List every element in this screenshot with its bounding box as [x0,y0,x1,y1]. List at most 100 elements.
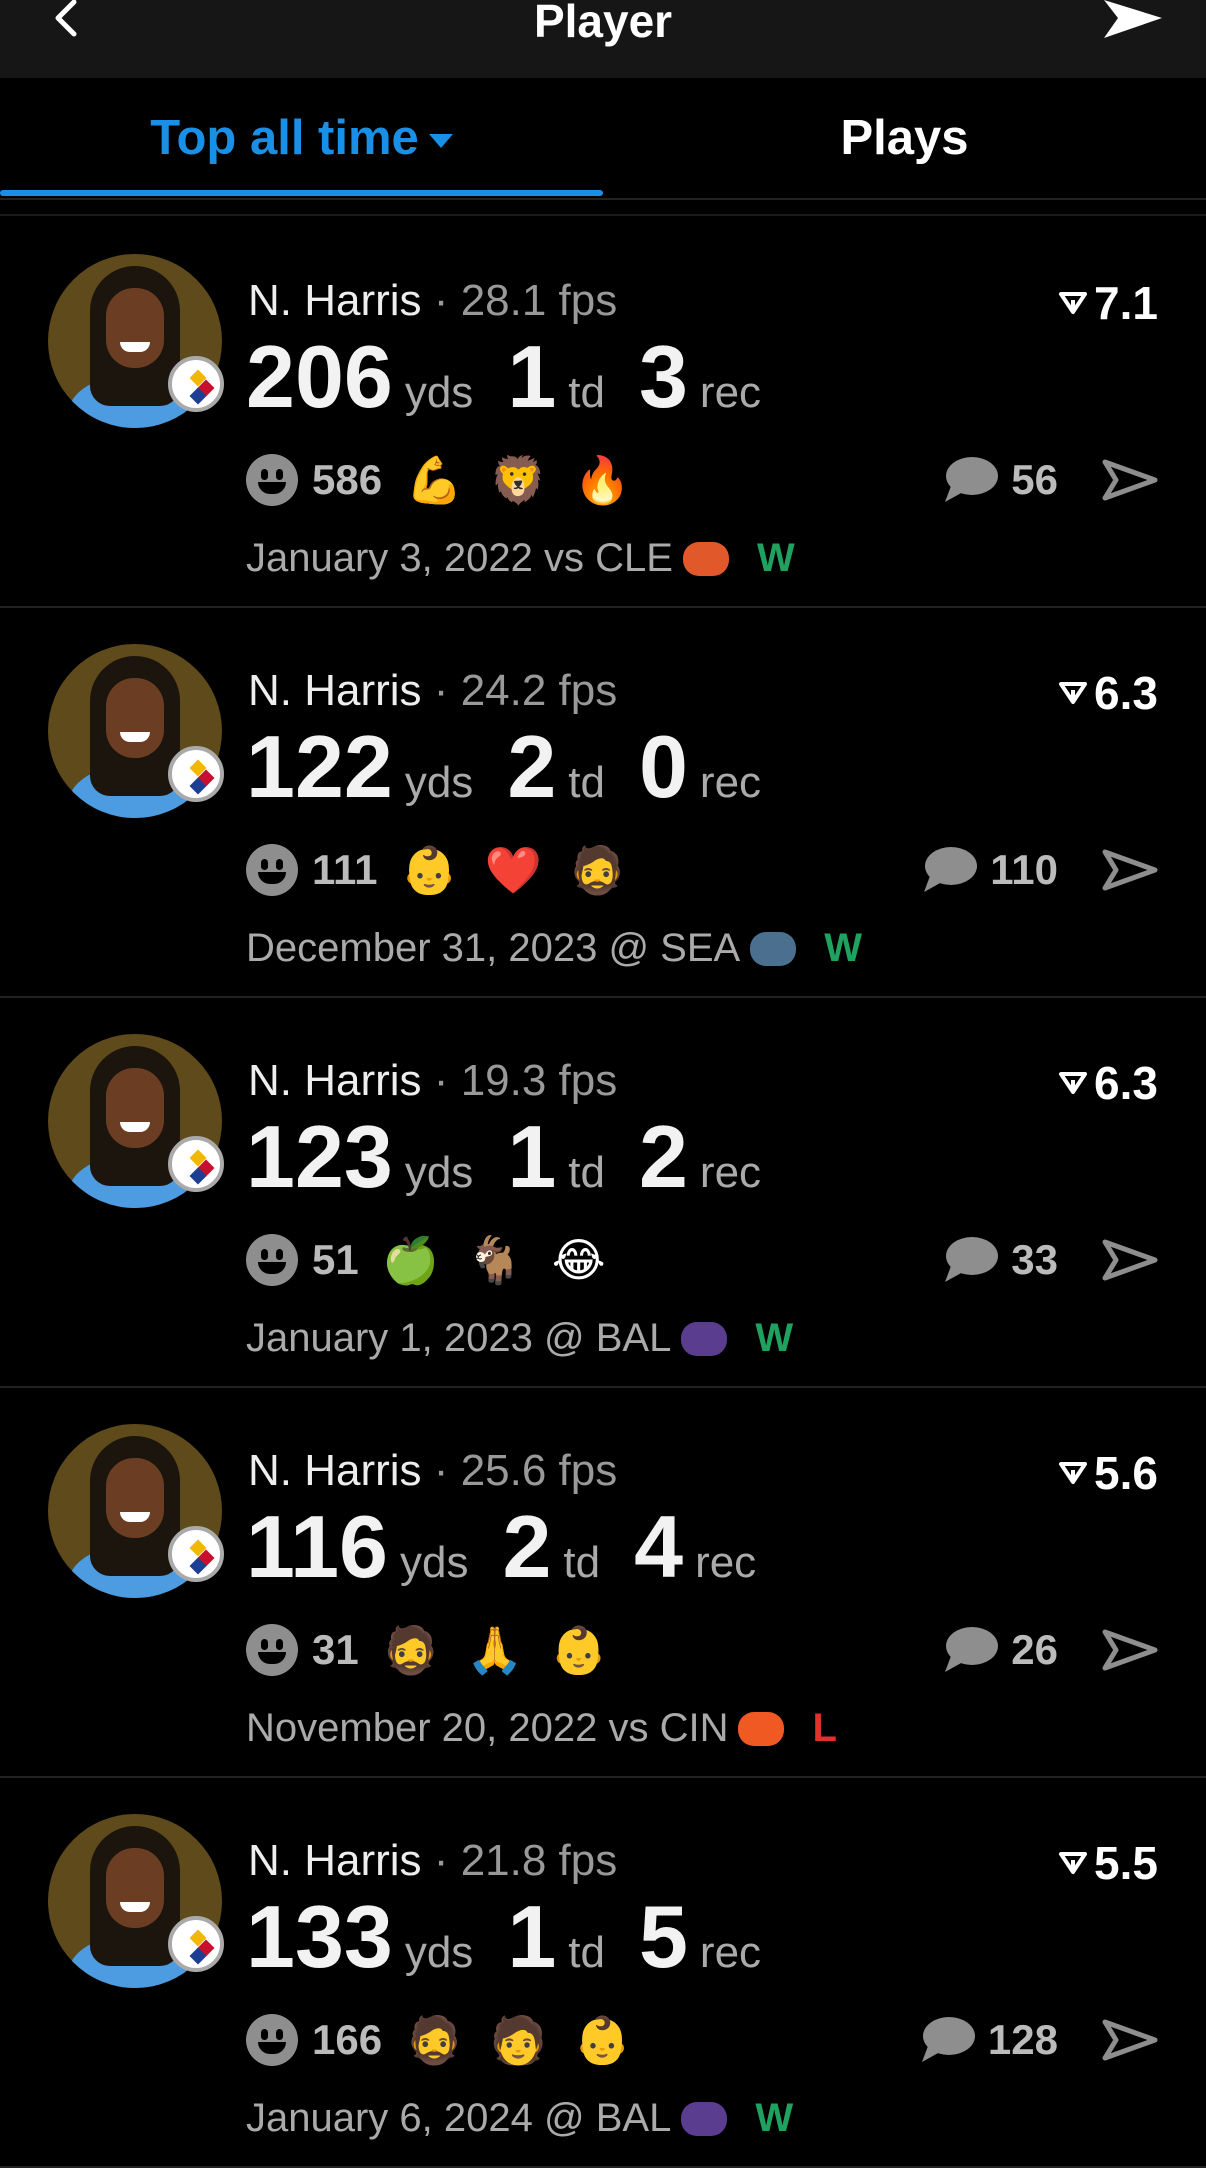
reaction-count: 31 [312,1626,359,1673]
stat-line: 206 yds 1 td 3 rec [246,326,795,426]
reaction-smiley-icon[interactable] [246,1234,298,1286]
score-value: 6.3 [1094,667,1158,719]
reaction-smiley-icon[interactable] [246,454,298,506]
player-name[interactable]: N. Harris [248,1836,422,1885]
reaction-smiley-icon[interactable] [246,1624,298,1676]
share-send-icon[interactable] [1102,1239,1158,1281]
reaction-emoji[interactable]: 🧔 [569,842,626,898]
reaction-count: 51 [312,1236,359,1283]
reaction-emoji[interactable]: 👶 [550,1622,607,1678]
touchdowns-value: 1 [507,1107,557,1206]
share-send-icon[interactable] [1102,849,1158,891]
comment-count: 33 [1011,1236,1058,1283]
game-result-badge: W [756,536,795,580]
comment-bubble-icon [945,1627,999,1672]
fantasy-points: 28.1 fps [460,276,618,325]
comments-group[interactable]: 26 [941,1620,1158,1680]
yards-unit: yds [404,368,474,417]
reaction-emoji[interactable]: 🙏 [466,1622,523,1678]
tab-plays[interactable]: Plays [603,78,1206,198]
player-name[interactable]: N. Harris [248,1056,422,1105]
game-venue: vs CLE [544,536,673,580]
play-card[interactable]: N. Harris · 24.2 fps 6.3 122 yds 2 td 0 rec… [0,608,1206,998]
comments-group[interactable]: 110 [920,840,1158,900]
reaction-emoji[interactable]: 🧔 [405,2012,462,2068]
separator-dot: · [433,1446,449,1495]
reaction-emoji[interactable]: 🧑 [489,2012,546,2068]
reaction-smiley-icon[interactable] [246,2014,298,2066]
reaction-emoji[interactable]: 💪 [405,452,462,508]
player-name-line: N. Harris · 28.1 fps [248,276,617,326]
score-value: 5.6 [1094,1447,1158,1499]
reaction-emoji[interactable]: 🦁 [489,452,546,508]
game-venue: vs CIN [608,1706,729,1750]
opponent-logo-icon [738,1711,785,1746]
comments-group[interactable]: 56 [941,450,1158,510]
play-score: 6.3 [1058,666,1158,720]
share-send-icon[interactable] [1102,1629,1158,1671]
game-result-badge: L [812,1706,837,1750]
fantasy-points: 21.8 fps [460,1836,618,1885]
active-tab-indicator [0,190,603,196]
yards-value: 122 [246,717,393,816]
caret-down-icon [428,134,453,148]
player-name[interactable]: N. Harris [248,1446,422,1495]
reaction-emoji[interactable]: 🐐 [466,1232,523,1288]
receptions-value: 2 [638,1107,688,1206]
reaction-emoji[interactable]: 👶 [573,2012,630,2068]
receptions-unit: rec [699,1928,762,1977]
player-name[interactable]: N. Harris [248,276,422,325]
player-name[interactable]: N. Harris [248,666,422,715]
yards-value: 133 [246,1887,393,1986]
play-card[interactable]: N. Harris · 25.6 fps 5.6 116 yds 2 td 4 rec… [0,1388,1206,1778]
reaction-emoji[interactable]: ❤️ [485,842,542,898]
tab-bar: Top all time Plays [0,78,1206,198]
yards-unit: yds [404,758,474,807]
reaction-emoji[interactable]: 🍏 [382,1232,439,1288]
score-icon [1059,1462,1088,1484]
play-card[interactable]: N. Harris · 19.3 fps 6.3 123 yds 1 td 2 rec… [0,998,1206,1388]
player-name-line: N. Harris · 21.8 fps [248,1836,617,1886]
game-venue: @ SEA [608,926,741,970]
game-info-line: November 20, 2022 vs CIN L [246,1706,837,1751]
separator-dot: · [433,276,449,325]
reactions-row: 586 💪 🦁 🔥 [246,450,658,510]
touchdowns-unit: td [568,1928,605,1977]
game-result-badge: W [755,1316,794,1360]
play-card[interactable]: N. Harris · 21.8 fps 5.5 133 yds 1 td 5 rec… [0,1778,1206,2168]
touchdowns-value: 2 [507,717,557,816]
share-send-icon[interactable] [1102,0,1164,40]
reaction-emoji[interactable]: 😂 [551,1232,607,1288]
comments-group[interactable]: 128 [918,2010,1158,2070]
comments-group[interactable]: 33 [941,1230,1158,1290]
share-send-icon[interactable] [1102,459,1158,501]
yards-value: 116 [246,1497,388,1596]
yards-unit: yds [404,1928,474,1977]
score-value: 7.1 [1094,277,1158,329]
steelers-logo-icon [168,1916,224,1972]
game-date: January 6, 2024 [246,2096,533,2140]
reaction-emoji[interactable]: 🔥 [573,452,630,508]
tab-divider [0,198,1206,200]
play-card[interactable]: N. Harris · 28.1 fps 7.1 206 yds 1 td 3 rec… [0,218,1206,608]
touchdowns-unit: td [568,368,605,417]
yards-value: 123 [246,1107,393,1206]
touchdowns-value: 1 [507,1887,557,1986]
separator-dot: · [433,1056,449,1105]
tab-top-all-time[interactable]: Top all time [0,78,603,198]
opponent-logo-icon [750,931,797,966]
reaction-emoji[interactable]: 👶 [401,842,458,898]
reaction-emoji[interactable]: 🧔 [382,1622,439,1678]
reactions-row: 166 🧔 🧑 👶 [246,2010,658,2070]
play-score: 7.1 [1058,276,1158,330]
game-result-badge: W [755,2096,794,2140]
game-venue: @ BAL [544,2096,672,2140]
steelers-logo-icon [168,1136,224,1192]
fantasy-points: 25.6 fps [460,1446,618,1495]
game-date: January 3, 2022 [246,536,533,580]
page-title: Player [533,0,673,47]
share-send-icon[interactable] [1102,2019,1158,2061]
score-icon [1059,682,1088,704]
reaction-smiley-icon[interactable] [246,844,298,896]
score-icon [1059,1852,1088,1874]
